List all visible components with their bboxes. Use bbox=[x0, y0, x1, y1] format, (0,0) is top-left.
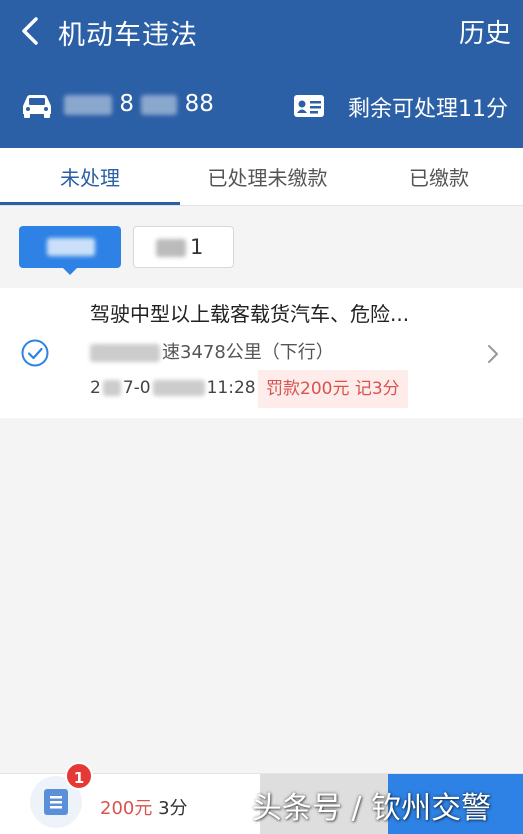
penalty-badge: 罚款200元 记3分 bbox=[258, 370, 408, 408]
history-button[interactable]: 历史 bbox=[459, 13, 511, 50]
tab-processed-unpaid[interactable]: 已处理未缴款 bbox=[180, 148, 355, 205]
license-plate: 8 88 bbox=[64, 91, 214, 117]
car-icon bbox=[23, 95, 51, 118]
redacted-region bbox=[64, 94, 112, 115]
page-title: 机动车违法 bbox=[58, 20, 198, 51]
chevron-right-icon bbox=[488, 345, 498, 363]
chip-label: 1 bbox=[190, 235, 204, 259]
redacted-region bbox=[141, 94, 178, 115]
vehicle-filter-chip[interactable]: 1 bbox=[133, 226, 234, 268]
violation-time: 2 7-0 11:28 bbox=[90, 378, 256, 398]
bottom-action-bar: 1 200元 3分 bbox=[0, 762, 523, 834]
tab-paid[interactable]: 已缴款 bbox=[355, 148, 523, 205]
back-arrow-icon[interactable] bbox=[16, 14, 44, 48]
primary-action-button[interactable] bbox=[388, 774, 523, 834]
secondary-action-button[interactable] bbox=[260, 774, 388, 834]
count-badge: 1 bbox=[65, 762, 93, 790]
total-amount: 200元 bbox=[100, 798, 153, 819]
total-summary: 200元 3分 bbox=[100, 794, 188, 820]
location-text: 速3478公里（下行） bbox=[162, 342, 334, 363]
redacted-region bbox=[90, 344, 160, 362]
header-bar: 机动车违法 历史 8 88 剩余可处理11分 bbox=[0, 0, 523, 148]
time-fragment: 2 bbox=[90, 378, 101, 398]
active-tab-indicator bbox=[0, 202, 180, 205]
redacted-region bbox=[47, 238, 95, 256]
redacted-region bbox=[152, 380, 205, 396]
time-fragment: 11:28 bbox=[206, 378, 256, 398]
violation-description: 驾驶中型以上载客载货汽车、危险... bbox=[90, 302, 410, 326]
violation-list-item[interactable]: 驾驶中型以上载客载货汽车、危险... 速3478公里（下行） 2 7-0 11:28… bbox=[0, 288, 523, 418]
document-icon bbox=[44, 789, 68, 815]
check-circle-icon[interactable] bbox=[20, 338, 50, 368]
redacted-region bbox=[156, 239, 186, 257]
license-card-icon bbox=[294, 95, 324, 117]
tab-bar: 未处理 已处理未缴款 已缴款 bbox=[0, 148, 523, 206]
tab-unprocessed[interactable]: 未处理 bbox=[0, 148, 180, 205]
plate-fragment: 88 bbox=[184, 91, 214, 117]
violation-location: 速3478公里（下行） bbox=[90, 338, 334, 364]
vehicle-filter-chip-active[interactable] bbox=[19, 226, 121, 275]
total-points: 3分 bbox=[158, 798, 188, 819]
plate-fragment: 8 bbox=[119, 91, 134, 117]
redacted-region bbox=[102, 380, 121, 396]
remaining-points-text: 剩余可处理11分 bbox=[348, 97, 508, 122]
time-fragment: 7-0 bbox=[122, 378, 151, 398]
